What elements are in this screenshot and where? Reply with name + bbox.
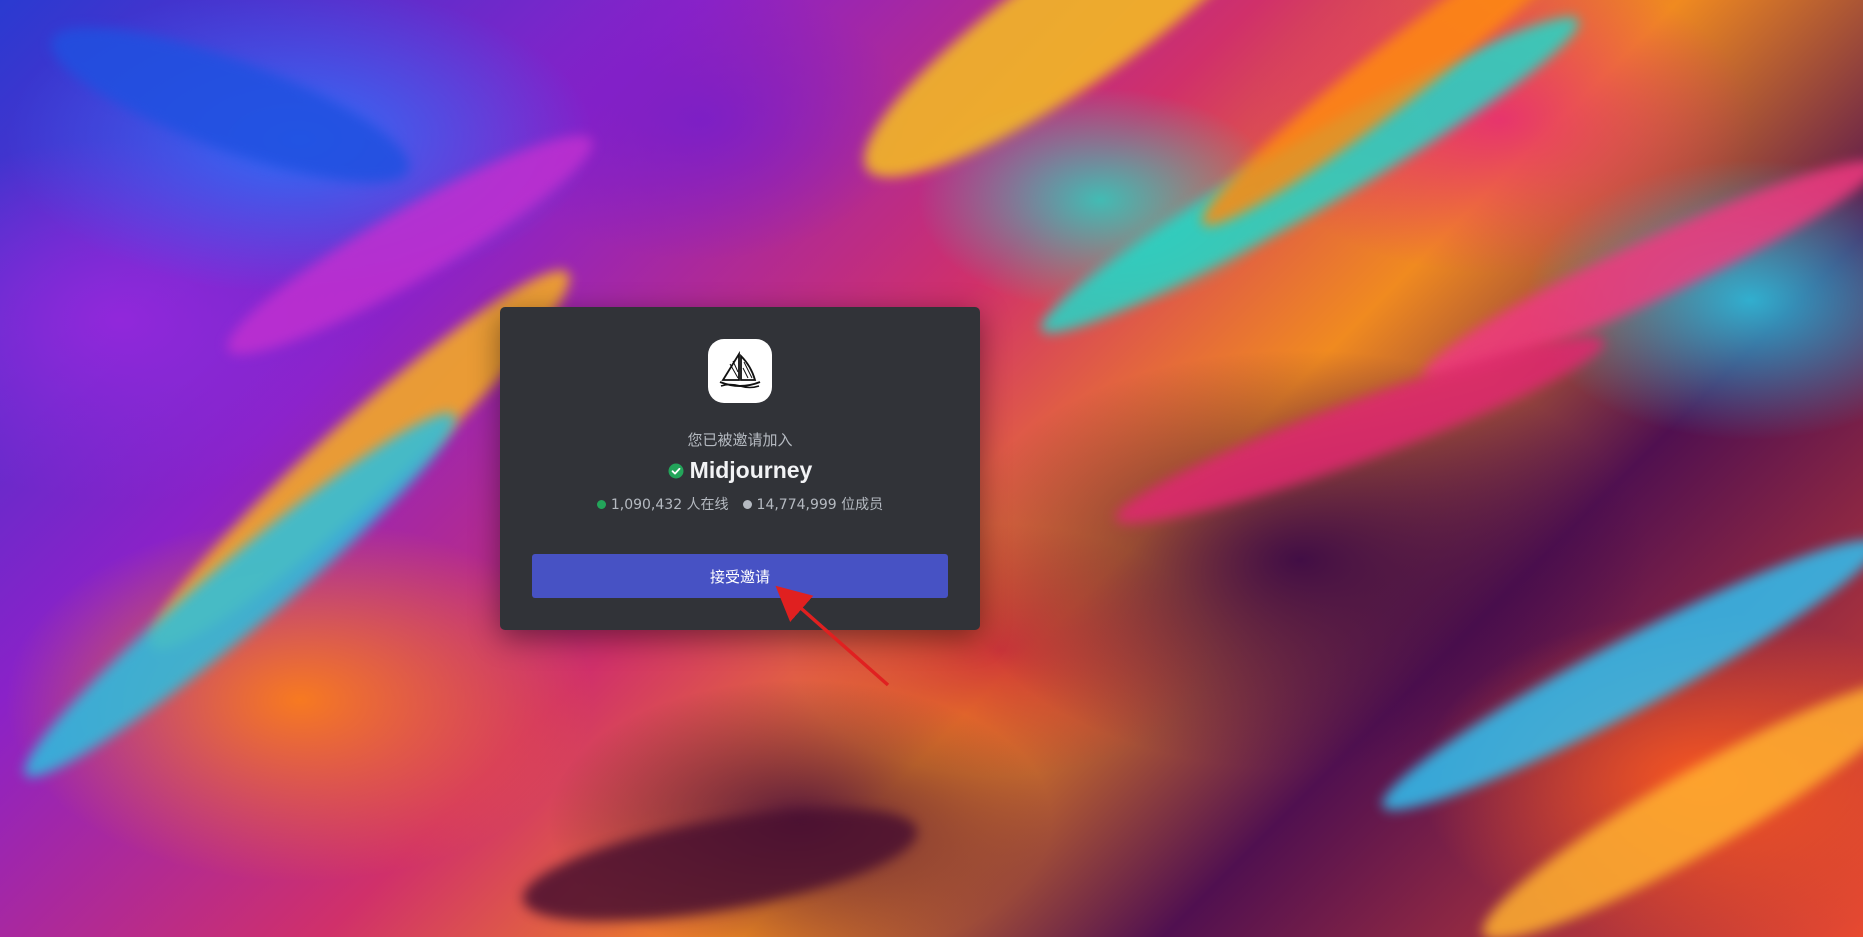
verified-check-icon <box>668 463 684 478</box>
online-dot-icon <box>596 499 606 509</box>
invite-intro-text: 您已被邀请加入 <box>687 431 793 449</box>
online-stat: 1,090,432 人在线 <box>596 494 729 514</box>
member-stat: 14,774,999 位成员 <box>742 494 884 514</box>
online-count: 1,090,432 人在线 <box>610 497 729 513</box>
accept-invite-button[interactable]: 接受邀请 <box>532 554 948 598</box>
member-dot-icon <box>742 499 752 509</box>
server-avatar <box>708 339 772 403</box>
server-name-row: Midjourney <box>500 457 980 484</box>
server-stats: 1,090,432 人在线 14,774,999 位成员 <box>500 494 980 514</box>
invite-card: 您已被邀请加入 Midjourney 1,090,432 人在线 14,774,… <box>500 307 980 630</box>
sailboat-icon <box>719 350 761 389</box>
server-name: Midjourney <box>689 457 813 483</box>
member-count: 14,774,999 位成员 <box>756 497 884 513</box>
